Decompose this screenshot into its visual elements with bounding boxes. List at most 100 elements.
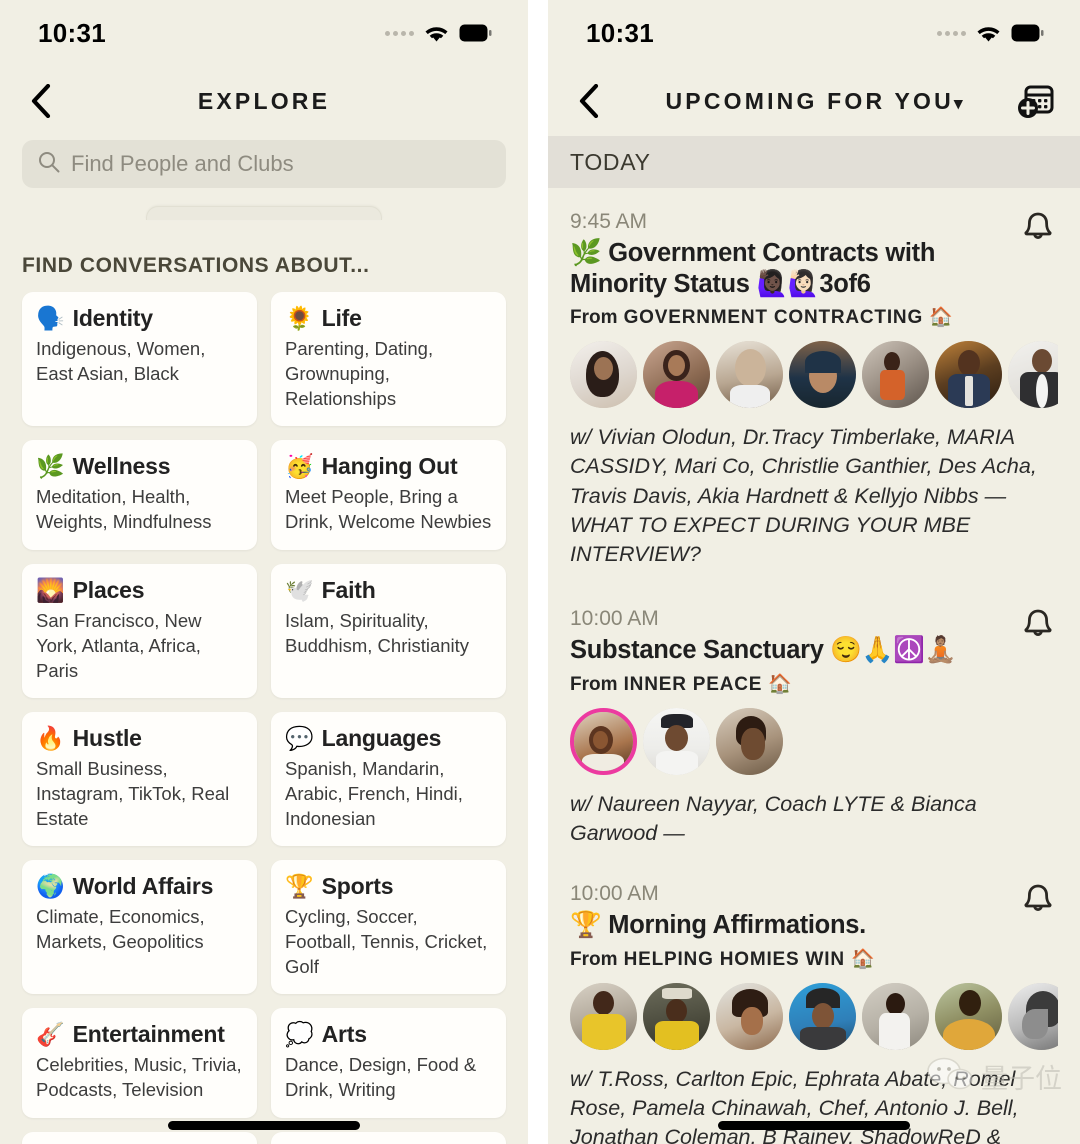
topic-title: Languages — [321, 724, 442, 751]
avatar[interactable] — [570, 341, 637, 409]
avatar[interactable] — [789, 341, 856, 409]
event-row[interactable]: 9:45 AM 🌿 Government Contracts with Mino… — [548, 188, 1080, 569]
calendar-plus-icon[interactable] — [1012, 78, 1058, 124]
avatar-live-ring[interactable] — [570, 707, 637, 775]
event-title: Substance Sanctuary 😌🙏☮️🧘🏽 — [570, 635, 1040, 666]
topic-subtitle: Meditation, Health, Weights, Mindfulness — [36, 485, 212, 532]
avatar[interactable] — [716, 707, 783, 775]
speaker-avatar-row[interactable] — [570, 983, 1058, 1051]
from-label: From — [570, 673, 618, 695]
status-clock: 10:31 — [38, 17, 106, 48]
home-indicator-left[interactable] — [168, 1121, 360, 1130]
event-time: 10:00 AM — [570, 882, 659, 906]
topic-subtitle: Spanish, Mandarin, Arabic, French, Hindi… — [285, 757, 463, 829]
avatar[interactable] — [789, 983, 856, 1051]
page-title-dropdown[interactable]: UPCOMING FOR YOU▾ — [548, 88, 1080, 115]
topic-card-hustle[interactable]: 🔥 Hustle Small Business, Instagram, TikTo… — [22, 711, 257, 846]
status-indicators — [937, 23, 1044, 43]
avatar[interactable] — [862, 983, 929, 1051]
watermark-text: 量子位 — [981, 1064, 1062, 1095]
topic-subtitle: Cycling, Soccer, Football, Tennis, Crick… — [285, 905, 488, 977]
topic-subtitle: Indigenous, Women, East Asian, Black — [36, 338, 206, 384]
topic-subtitle: Meet People, Bring a Drink, Welcome Newb… — [285, 485, 492, 532]
topic-title: Entertainment — [72, 1020, 225, 1047]
event-title: 🌿 Government Contracts with Minority Sta… — [570, 238, 990, 299]
topic-title: World Affairs — [72, 872, 214, 899]
signal-dots-icon — [937, 30, 966, 36]
bell-icon[interactable] — [1018, 208, 1058, 248]
avatar[interactable] — [716, 341, 783, 409]
house-icon: 🏠 — [768, 673, 793, 695]
topic-card-arts[interactable]: 💭 Arts Dance, Design, Food & Drink, Writi… — [271, 1007, 506, 1118]
topic-title: Identity — [72, 305, 153, 331]
watermark: 量子位 — [927, 1057, 1062, 1096]
search-icon — [38, 151, 60, 178]
status-clock: 10:31 — [586, 17, 654, 48]
event-title: 🏆 Morning Affirmations. — [570, 910, 990, 941]
event-speakers: w/ Naureen Nayyar, Coach LYTE & Bianca G… — [570, 791, 977, 846]
event-row[interactable]: 10:00 AM Substance Sanctuary 😌🙏☮️🧘🏽 From… — [548, 569, 1080, 848]
avatar[interactable] — [1008, 341, 1058, 409]
topic-subtitle: Dance, Design, Food & Drink, Writing — [285, 1053, 477, 1100]
topic-card-places[interactable]: 🌄 Places San Francisco, New York, Atlanta… — [22, 563, 257, 698]
topic-card-entertainment[interactable]: 🎸 Entertainment Celebrities, Music, Trivi… — [22, 1007, 257, 1118]
bell-icon[interactable] — [1018, 605, 1058, 645]
thought-balloon-icon: 💭 — [285, 1020, 314, 1047]
from-label: From — [570, 949, 618, 971]
home-indicator-right[interactable] — [718, 1121, 910, 1130]
event-row[interactable]: 10:00 AM 🏆 Morning Affirmations. From HE… — [548, 848, 1080, 1144]
event-club-line: From GOVERNMENT CONTRACTING 🏠 — [570, 305, 1058, 329]
back-chevron-icon[interactable] — [572, 84, 606, 118]
speaker-avatar-row[interactable] — [570, 707, 1058, 776]
topic-grid: 🗣️ Identity Indigenous, Women, East Asian… — [0, 292, 528, 1144]
avatar[interactable] — [1008, 983, 1058, 1051]
house-icon: 🏠 — [929, 307, 954, 329]
event-list: 9:45 AM 🌿 Government Contracts with Mino… — [548, 188, 1080, 1144]
topic-subtitle: San Francisco, New York, Atlanta, Africa… — [36, 609, 202, 681]
back-chevron-icon[interactable] — [24, 84, 58, 118]
topic-title: Faith — [321, 576, 376, 603]
avatar[interactable] — [935, 341, 1002, 409]
day-header-today: TODAY — [548, 136, 1080, 188]
event-club-line: From HELPING HOMIES WIN 🏠 — [570, 947, 1058, 971]
avatar[interactable] — [643, 983, 710, 1051]
avatar[interactable] — [643, 707, 710, 775]
battery-icon — [459, 24, 492, 42]
battery-icon — [1011, 24, 1044, 42]
avatar[interactable] — [862, 341, 929, 409]
club-name: HELPING HOMIES WIN — [623, 949, 845, 971]
avatar[interactable] — [935, 983, 1002, 1051]
event-time: 9:45 AM — [570, 210, 648, 233]
search-input[interactable]: Find People and Clubs — [22, 140, 506, 188]
wifi-icon — [975, 23, 1002, 43]
nav-bar-right: UPCOMING FOR YOU▾ — [548, 66, 1080, 136]
topic-card-knowledge[interactable]: 💡Knowledge Psychology, Math, History, Ph… — [22, 1131, 257, 1144]
topic-card-life[interactable]: 🌻 Life Parenting, Dating, Grownuping, Rel… — [271, 292, 506, 426]
speaker-avatar-row[interactable] — [570, 341, 1058, 409]
page-title: UPCOMING FOR YOU — [665, 87, 954, 114]
topic-card-world-affairs[interactable]: 🌍 World Affairs Climate, Economics, Marke… — [22, 859, 257, 994]
search-placeholder: Find People and Clubs — [71, 151, 294, 176]
topic-card-faith[interactable]: 🕊️ Faith Islam, Spirituality, Buddhism, C… — [271, 563, 506, 698]
fire-icon: 🔥 — [36, 724, 65, 751]
section-label-find-conversations: FIND CONVERSATIONS ABOUT... — [22, 254, 370, 277]
avatar[interactable] — [570, 983, 637, 1051]
topic-card-wellness[interactable]: 🌿 Wellness Meditation, Health, Weights, M… — [22, 439, 257, 550]
avatar[interactable] — [716, 983, 783, 1051]
topic-card-languages[interactable]: 💬 Languages Spanish, Mandarin, Arabic, Fr… — [271, 711, 506, 846]
topic-card-tech[interactable]: 🧭Tech Engineering, Startups, DTC, Produc… — [271, 1131, 506, 1144]
topic-subtitle: Islam, Spirituality, Buddhism, Christian… — [285, 609, 470, 656]
topic-card-hanging-out[interactable]: 🥳 Hanging Out Meet People, Bring a Drink,… — [271, 439, 506, 550]
bell-icon[interactable] — [1018, 880, 1058, 920]
topic-title: Arts — [321, 1020, 367, 1047]
speech-balloon-icon: 💬 — [285, 724, 314, 751]
avatar[interactable] — [643, 341, 710, 409]
club-name: INNER PEACE — [623, 673, 763, 695]
topic-card-identity[interactable]: 🗣️ Identity Indigenous, Women, East Asian… — [22, 292, 257, 426]
topic-card-sports[interactable]: 🏆 Sports Cycling, Soccer, Football, Tenni… — [271, 859, 506, 994]
topic-title: Hanging Out — [321, 452, 458, 479]
from-label: From — [570, 307, 618, 329]
event-title-text: Government Contracts with Minority Statu… — [570, 239, 936, 298]
status-indicators — [385, 23, 492, 43]
speaking-head-icon: 🗣️ — [36, 305, 65, 331]
